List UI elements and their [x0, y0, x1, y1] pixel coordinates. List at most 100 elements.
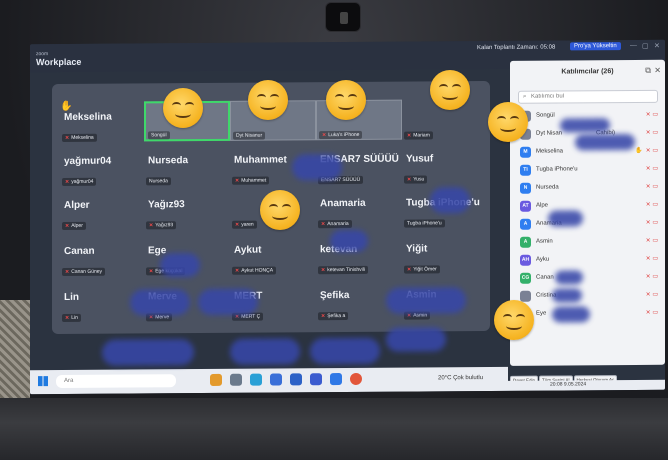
- participant-tile[interactable]: Aykut ⨯ Aykut HONÇA: [230, 234, 316, 275]
- participant-status-icons: ⨯ ▭: [646, 255, 658, 262]
- windows-taskbar: Ara 20°C Çok bulutlu: [30, 366, 508, 395]
- participant-name-tag: ⨯ Canan Güney: [62, 267, 106, 276]
- participant-tag-text: Dyt Nisanur: [236, 132, 263, 139]
- mic-muted-icon: ⨯: [235, 267, 240, 274]
- smiley-sticker-icon: [326, 80, 366, 120]
- zoom-taskbar-icon[interactable]: [330, 373, 342, 386]
- smiley-sticker-icon: [260, 190, 300, 230]
- weather-widget[interactable]: 20°C Çok bulutlu: [438, 375, 483, 381]
- participant-tile[interactable]: Canan ⨯ Canan Güney: [60, 235, 146, 276]
- mic-muted-icon: ⨯: [407, 266, 412, 273]
- smiley-mouth: [500, 124, 516, 132]
- participant-name-tag: ⨯ Yiğit Ömer: [404, 265, 440, 274]
- participant-tag-text: Tugba iPhone'u: [407, 220, 442, 227]
- participant-tag-text: yaren: [241, 221, 254, 228]
- participant-tile[interactable]: Yiğit ⨯ Yiğit Ömer: [402, 233, 488, 274]
- participant-name-tag: ⨯ Yağız93: [146, 221, 177, 230]
- close-window-icon[interactable]: ✕: [654, 42, 660, 50]
- taskbar-app-icon[interactable]: [210, 373, 222, 386]
- participants-title: Katılımcılar (26): [561, 68, 614, 76]
- minimize-icon[interactable]: —: [630, 42, 637, 49]
- participant-tile[interactable]: yağmur04 ⨯ yağmur04: [60, 145, 146, 186]
- smiley-mouth: [338, 102, 354, 110]
- avatar: M: [520, 146, 531, 158]
- clock-time[interactable]: 20:08: [550, 381, 563, 387]
- mic-muted-icon: ⨯: [321, 313, 326, 320]
- taskbar-app-icon[interactable]: [230, 373, 242, 386]
- close-panel-icon[interactable]: ✕: [654, 66, 661, 75]
- participant-tag-text: Muhammet: [241, 177, 267, 184]
- participant-search[interactable]: ⌕: [518, 89, 658, 104]
- smiley-mouth: [175, 110, 191, 118]
- participant-list-item[interactable]: CG Canan ⨯ ▭: [518, 270, 660, 287]
- mic-camera-off-icon: ⨯ ▭: [645, 237, 658, 244]
- store-icon[interactable]: [310, 373, 322, 386]
- participant-name-tag: ⨯ Mariam: [404, 131, 433, 140]
- participant-tag-text: yağmur04: [71, 178, 94, 185]
- edge-icon[interactable]: [250, 373, 262, 386]
- avatar: AT: [520, 200, 531, 212]
- participant-tile-name: Aykut: [234, 244, 262, 256]
- mic-camera-off-icon: ⨯ ▭: [645, 291, 658, 298]
- smiley-sticker-icon: [248, 80, 288, 120]
- avatar: TI: [520, 164, 531, 176]
- avatar: [520, 290, 531, 302]
- participant-list-item[interactable]: Cristina ⨯ ▭: [518, 288, 660, 305]
- privacy-blur: [292, 154, 342, 181]
- participant-list-item[interactable]: AH Ayku ⨯ ▭: [518, 252, 660, 269]
- participant-tile-name: Yağız93: [148, 199, 185, 211]
- participant-name: Mekselina: [536, 148, 564, 155]
- participant-tile[interactable]: Alper ⨯ Alper: [60, 189, 146, 230]
- maximize-icon[interactable]: ▢: [642, 42, 649, 50]
- participant-list-item[interactable]: A Asmin ⨯ ▭: [518, 234, 660, 251]
- chrome-icon[interactable]: [350, 372, 362, 385]
- search-icon: ⌕: [523, 93, 527, 100]
- privacy-blur: [198, 288, 258, 316]
- participant-tile[interactable]: Mekselina ⨯ Mekselina: [60, 101, 146, 142]
- participant-list-item[interactable]: AT Alpe ⨯ ▭: [518, 198, 660, 215]
- upgrade-pro-button[interactable]: Pro'ya Yükseltin: [570, 42, 621, 51]
- mic-muted-icon: ⨯: [149, 222, 154, 229]
- participant-name: Eye: [536, 310, 547, 317]
- privacy-blur: [575, 133, 635, 151]
- participant-tag-text: Lin: [71, 314, 78, 321]
- participant-search-input[interactable]: [531, 92, 642, 100]
- taskbar-search[interactable]: Ara: [56, 374, 176, 389]
- participant-list-item[interactable]: AAnamaria⨯ ▭: [518, 216, 660, 233]
- participant-tag-text: Nurseda: [149, 178, 168, 185]
- mic-muted-icon: ⨯: [235, 177, 240, 184]
- privacy-blur: [555, 270, 583, 285]
- participant-list-item[interactable]: N Nurseda ⨯ ▭: [518, 180, 660, 197]
- mic-muted-icon: ⨯: [65, 222, 70, 229]
- participant-status-icons: ⨯ ▭: [646, 273, 658, 280]
- participant-tile-name: Yusuf: [406, 153, 434, 165]
- windows-start-icon[interactable]: [38, 376, 48, 387]
- mic-muted-icon: ⨯: [407, 132, 412, 139]
- taskbar-search-text: Ara: [64, 377, 74, 384]
- participant-tile[interactable]: Nurseda Nurseda: [144, 145, 230, 186]
- popout-icon[interactable]: ⧉: [645, 66, 651, 76]
- privacy-blur: [386, 327, 446, 352]
- participant-tile-name: Nurseda: [148, 155, 189, 167]
- participant-list-item[interactable]: TI Tugba iPhone'u ⨯ ▭: [518, 162, 660, 179]
- participant-tile[interactable]: Yusuf ⨯ Yusu: [402, 143, 488, 184]
- taskbar-app-icon[interactable]: [290, 373, 302, 386]
- mic-camera-off-icon: ⨯ ▭: [645, 165, 658, 172]
- participant-name: Dyt Nisan: [536, 130, 563, 137]
- mic-camera-off-icon: ⨯ ▭: [645, 129, 658, 136]
- participant-status-icons: ⨯ ▭: [646, 309, 658, 316]
- smiley-mouth: [272, 212, 288, 220]
- participant-tile-name: Mekselina: [64, 111, 112, 123]
- privacy-blur: [552, 288, 582, 303]
- smiley-mouth: [506, 322, 522, 330]
- participant-name-tag: ⨯ Anamaria: [318, 219, 352, 229]
- participant-tag-text: Yusu: [413, 176, 425, 183]
- clock-date[interactable]: 9.05.2024: [564, 381, 586, 387]
- participant-name-tag: ⨯ Aykut HONÇA: [232, 266, 277, 275]
- participant-tag-text: Aykut HONÇA: [241, 267, 274, 274]
- participant-tile[interactable]: Yağız93 ⨯ Yağız93: [144, 189, 230, 230]
- file-explorer-icon[interactable]: [270, 373, 282, 386]
- participant-tile[interactable]: Anamaria ⨯ Anamaria: [316, 188, 402, 229]
- participant-name-tag: ⨯ Mekselina: [62, 133, 97, 142]
- mic-muted-icon: ⨯: [235, 221, 240, 228]
